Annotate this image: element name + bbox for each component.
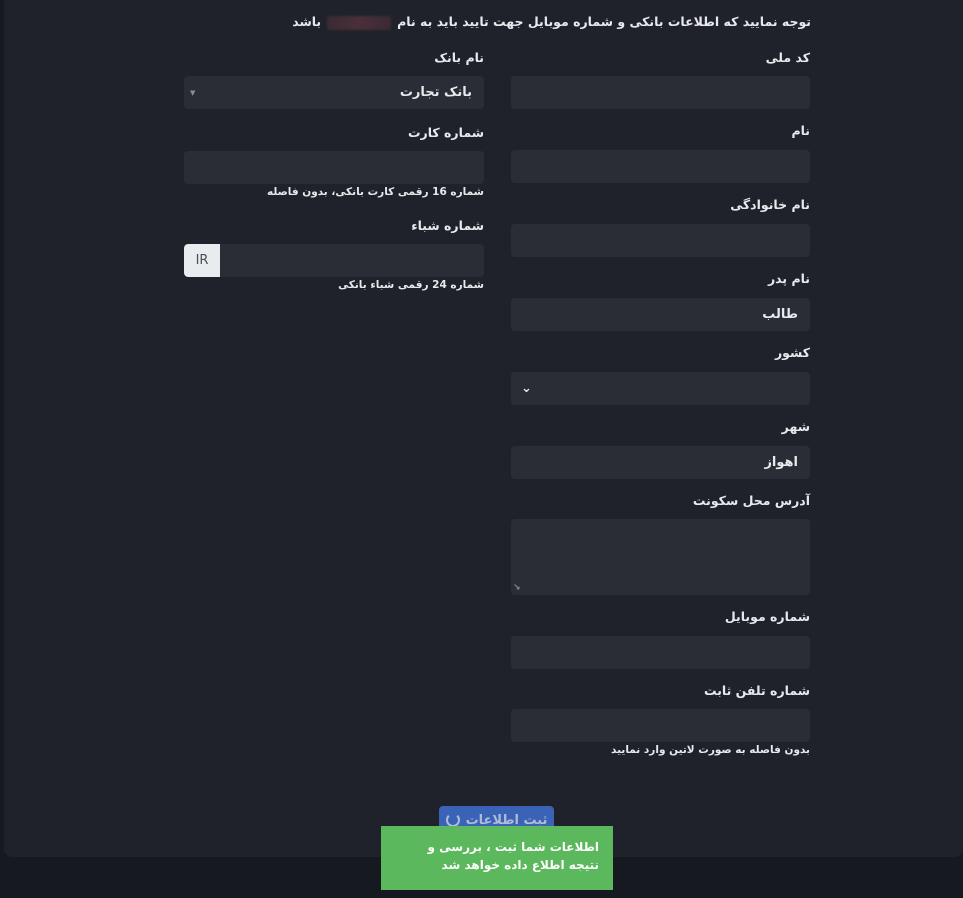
mobile-input[interactable] bbox=[511, 636, 810, 669]
city-label: شهر bbox=[781, 419, 810, 434]
city-input[interactable]: اهواز bbox=[511, 446, 810, 479]
card-number-input[interactable] bbox=[184, 151, 484, 184]
country-select[interactable]: ⌄ bbox=[511, 372, 810, 405]
success-toast[interactable]: اطلاعات شما ثبت ، بررسی و نتیجه اطلاع دا… bbox=[381, 826, 613, 890]
landline-help: بدون فاصله به صورت لاتین وارد نمایید bbox=[611, 744, 810, 756]
bank-name-label: نام بانک bbox=[434, 50, 484, 65]
notice-text: توجه نمایید که اطلاعات بانکی و شماره موب… bbox=[292, 14, 811, 30]
mobile-label: شماره موبایل bbox=[724, 609, 810, 624]
resize-handle-icon[interactable]: ↘ bbox=[513, 584, 521, 593]
last-name-label: نام خانوادگی bbox=[730, 197, 810, 212]
father-name-label: نام پدر bbox=[767, 271, 810, 286]
notice-prefix: توجه نمایید که اطلاعات بانکی و شماره موب… bbox=[397, 14, 811, 29]
address-textarea[interactable]: ↘ bbox=[511, 519, 810, 595]
first-name-label: نام bbox=[791, 123, 810, 138]
notice-suffix: باشد bbox=[292, 14, 322, 29]
card-number-help: شماره 16 رقمی کارت بانکی، بدون فاصله bbox=[266, 186, 484, 198]
spinner-icon bbox=[445, 813, 460, 827]
toast-message: اطلاعات شما ثبت ، بررسی و نتیجه اطلاع دا… bbox=[427, 840, 599, 872]
national-code-label: کد ملی bbox=[765, 50, 810, 65]
card-number-label: شماره کارت bbox=[407, 125, 484, 140]
address-label: آدرس محل سکونت bbox=[692, 493, 810, 508]
country-label: کشور bbox=[774, 345, 810, 360]
sheba-help: شماره 24 رقمی شباء بانکی bbox=[338, 279, 484, 291]
sheba-label: شماره شباء bbox=[411, 218, 484, 233]
bank-name-select[interactable]: بانک تجارت ▼ bbox=[184, 76, 484, 109]
caret-down-icon: ▼ bbox=[190, 89, 196, 97]
last-name-input[interactable] bbox=[511, 224, 810, 257]
chevron-down-icon: ⌄ bbox=[521, 381, 532, 396]
first-name-input[interactable] bbox=[511, 150, 810, 183]
national-code-input[interactable] bbox=[511, 76, 810, 109]
sheba-prefix: IR bbox=[184, 244, 220, 277]
landline-input[interactable] bbox=[511, 709, 810, 742]
redacted-name bbox=[327, 15, 392, 30]
landline-label: شماره تلفن ثابت bbox=[704, 683, 810, 698]
father-name-input[interactable]: طالب bbox=[511, 298, 810, 331]
bank-name-value: بانک تجارت bbox=[399, 85, 472, 100]
sheba-input-group[interactable]: IR bbox=[184, 244, 484, 277]
